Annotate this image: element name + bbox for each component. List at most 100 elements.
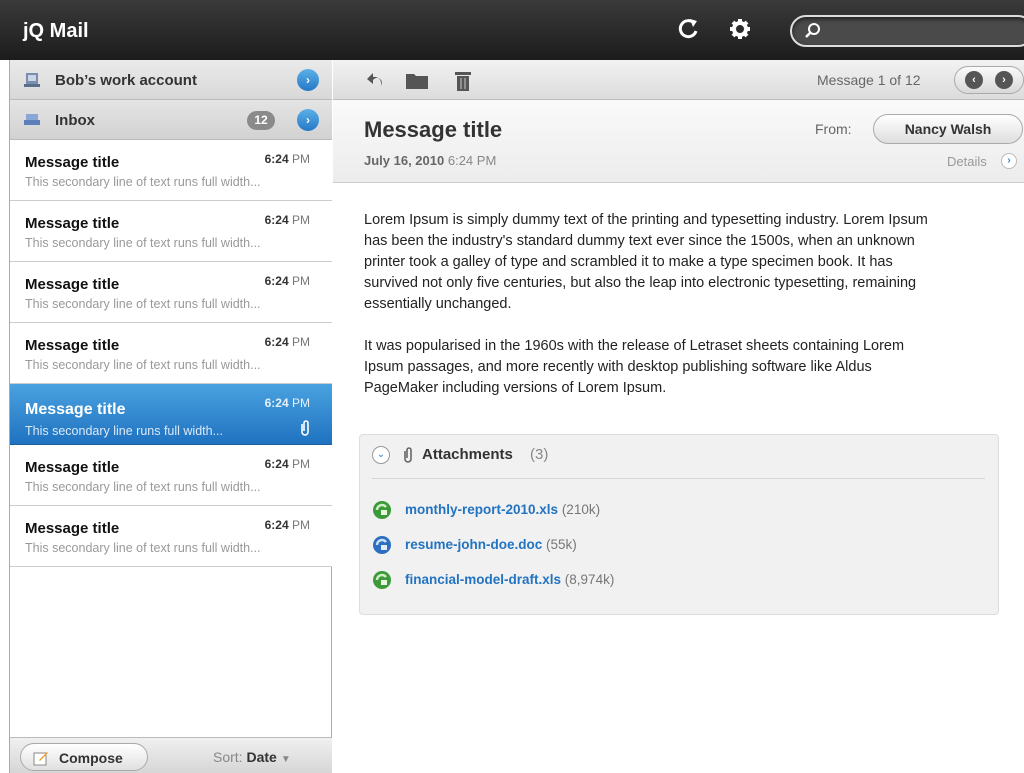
search-input[interactable] <box>828 21 1018 41</box>
from-label: From: <box>815 121 852 137</box>
sort-dropdown-icon: ▼ <box>280 754 291 765</box>
attachments-header[interactable]: ⌄ Attachments (3) <box>360 435 998 479</box>
message-item-time-ampm: PM <box>292 152 310 166</box>
attachment-name: financial-model-draft.xls <box>405 572 562 587</box>
message-item-time-hour: 6:24 <box>264 396 289 410</box>
next-message-icon[interactable]: › <box>995 71 1013 89</box>
details-link[interactable]: Details <box>947 154 987 169</box>
message-list-item[interactable]: Message title 6:24 PM This secondary line … <box>10 262 332 323</box>
top-bar: jQ Mail <box>0 0 1024 60</box>
message-item-preview: This secondary line of text runs full wi… <box>25 541 261 555</box>
account-name: Bob’s work account <box>55 72 197 89</box>
message-item-preview: This secondary line of text runs full wi… <box>25 236 261 250</box>
inbox-label: Inbox <box>55 112 95 129</box>
sort-control[interactable]: Sort: Date ▼ <box>213 749 291 765</box>
trash-icon[interactable] <box>453 70 473 92</box>
message-header: Message title July 16, 2010 6:24 PM From… <box>333 100 1024 183</box>
message-item-time-ampm: PM <box>292 335 310 349</box>
message-list-item[interactable]: Message title 6:24 PM This secondary line … <box>10 506 332 567</box>
account-icon <box>24 73 40 87</box>
attachment-size: (8,974k) <box>564 572 615 587</box>
inbox-icon <box>24 114 40 125</box>
message-pane: Message 1 of 12 ‹ › Message title July 1… <box>333 60 1024 773</box>
gear-icon[interactable] <box>725 14 755 44</box>
message-item-time: 6:24 PM <box>265 396 310 410</box>
message-item-title: Message title <box>25 401 126 418</box>
account-row[interactable]: Bob’s work account › <box>10 60 332 100</box>
spreadsheet-icon <box>372 570 392 595</box>
message-item-title: Message title <box>25 276 120 293</box>
message-item-time-ampm: PM <box>292 396 310 410</box>
message-item-time-hour: 6:24 <box>264 518 289 532</box>
attachments-panel: ⌄ Attachments (3) monthly-report-2010.xl… <box>359 434 999 615</box>
message-list-item[interactable]: Message title 6:24 PM This secondary line … <box>10 323 332 384</box>
reply-icon[interactable] <box>365 70 385 90</box>
message-item-title: Message title <box>25 215 120 232</box>
compose-bar: Compose Sort: Date ▼ <box>10 737 332 773</box>
attachment-link[interactable]: resume-john-doe.doc (55k) <box>405 537 577 552</box>
message-item-preview: This secondary line of text runs full wi… <box>25 175 261 189</box>
app-title: jQ Mail <box>23 20 89 42</box>
message-item-time-ampm: PM <box>292 518 310 532</box>
message-item-title: Message title <box>25 154 120 171</box>
message-item-time: 6:24 PM <box>265 152 310 166</box>
message-date-day: July 16, 2010 <box>364 153 445 168</box>
collapse-chevron-icon[interactable]: ⌄ <box>372 446 390 464</box>
message-item-time-hour: 6:24 <box>264 152 289 166</box>
message-list-item[interactable]: Message title 6:24 PM This secondary line … <box>10 384 332 445</box>
message-nav: ‹ › <box>954 66 1024 94</box>
attachment-link[interactable]: monthly-report-2010.xls (210k) <box>405 502 600 517</box>
sender-button[interactable]: Nancy Walsh <box>873 114 1023 144</box>
message-body: Lorem Ipsum is simply dummy text of the … <box>364 210 944 420</box>
unread-count-badge: 12 <box>247 111 275 130</box>
paperclip-icon <box>404 447 412 463</box>
refresh-icon[interactable] <box>673 14 703 44</box>
message-item-title: Message title <box>25 520 120 537</box>
attachment-name: monthly-report-2010.xls <box>405 502 559 517</box>
message-item-time-hour: 6:24 <box>264 457 289 471</box>
message-date: July 16, 2010 6:24 PM <box>364 153 496 168</box>
message-list-item[interactable]: Message title 6:24 PM This secondary line … <box>10 201 332 262</box>
details-chevron-icon[interactable]: › <box>1001 153 1017 169</box>
word-doc-icon <box>372 535 392 560</box>
compose-icon <box>33 752 48 766</box>
message-item-time-hour: 6:24 <box>264 274 289 288</box>
message-item-time-hour: 6:24 <box>264 335 289 349</box>
inbox-chevron-icon[interactable]: › <box>297 109 319 131</box>
message-item-title: Message title <box>25 459 120 476</box>
body-paragraph: It was popularised in the 1960s with the… <box>364 338 905 396</box>
attachment-link[interactable]: financial-model-draft.xls (8,974k) <box>405 572 614 587</box>
message-item-time: 6:24 PM <box>265 274 310 288</box>
message-subject: Message title <box>364 117 503 142</box>
attachment-size: (210k) <box>561 502 601 517</box>
compose-button[interactable]: Compose <box>20 743 148 771</box>
message-position: Message 1 of 12 <box>817 72 921 88</box>
message-toolbar: Message 1 of 12 ‹ › <box>333 60 1024 100</box>
spreadsheet-icon <box>372 500 392 525</box>
message-list: Message title 6:24 PM This secondary line … <box>10 140 332 567</box>
body-paragraph: Lorem Ipsum is simply dummy text of the … <box>364 212 928 312</box>
sidebar: Bob’s work account › Inbox 12 › Message … <box>9 60 332 773</box>
message-list-item[interactable]: Message title 6:24 PM This secondary line … <box>10 140 332 201</box>
folder-icon[interactable] <box>405 70 429 90</box>
paperclip-icon <box>301 420 309 436</box>
search-icon <box>805 23 820 38</box>
previous-message-icon[interactable]: ‹ <box>965 71 983 89</box>
message-list-item[interactable]: Message title 6:24 PM This secondary line … <box>10 445 332 506</box>
message-item-time: 6:24 PM <box>265 518 310 532</box>
search-box[interactable] <box>790 15 1024 47</box>
message-item-preview: This secondary line of text runs full wi… <box>25 480 261 494</box>
message-item-time: 6:24 PM <box>265 457 310 471</box>
message-item-title: Message title <box>25 337 120 354</box>
sort-label: Sort: <box>213 749 243 765</box>
account-chevron-icon[interactable]: › <box>297 69 319 91</box>
message-date-time: 6:24 PM <box>447 153 497 168</box>
message-item-time: 6:24 PM <box>265 213 310 227</box>
attachments-count: (3) <box>530 446 549 463</box>
message-item-time-ampm: PM <box>292 213 310 227</box>
message-item-preview: This secondary line of text runs full wi… <box>25 297 261 311</box>
inbox-row[interactable]: Inbox 12 › <box>10 100 332 140</box>
message-item-preview: This secondary line runs full width... <box>25 424 224 438</box>
message-item-time-ampm: PM <box>292 457 310 471</box>
attachment-name: resume-john-doe.doc <box>405 537 543 552</box>
